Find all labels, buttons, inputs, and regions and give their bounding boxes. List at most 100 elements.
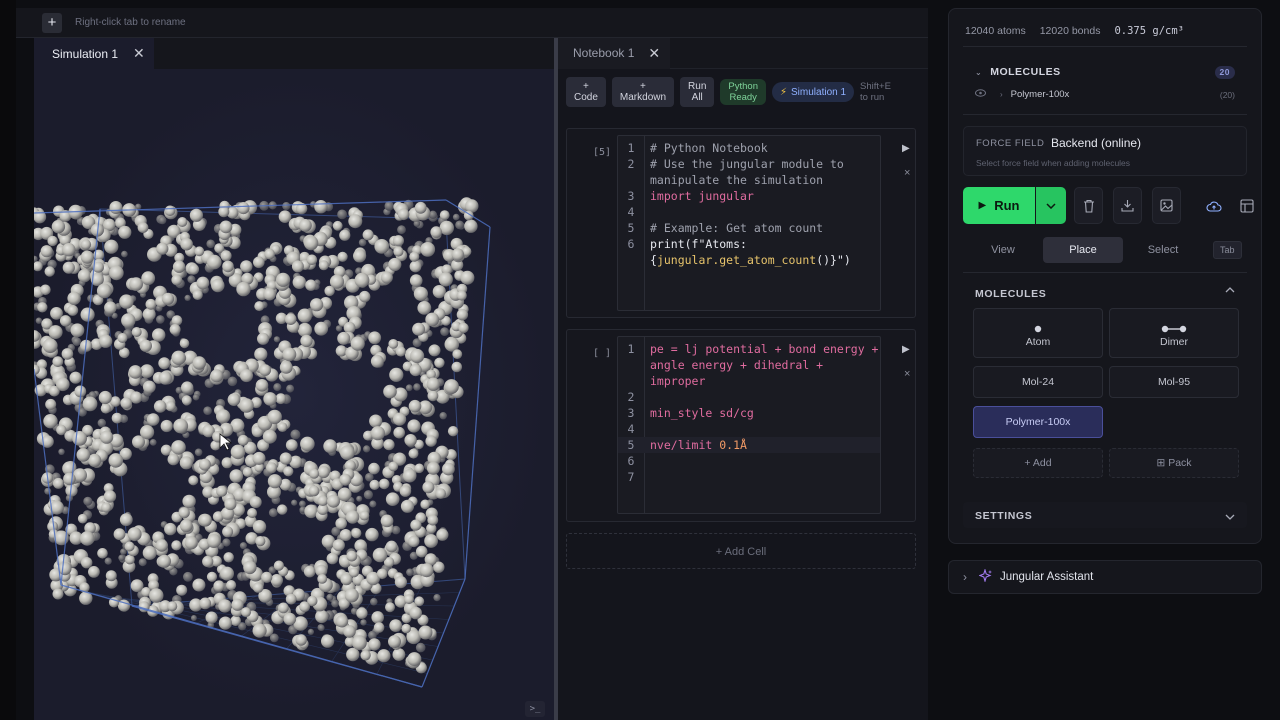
code-line[interactable]: 4 [618, 421, 880, 437]
atom [240, 369, 253, 383]
code-line[interactable]: 1 pe = lj potential + bond energy + angle… [618, 341, 880, 389]
atom [70, 323, 85, 338]
molecule-card-mol-95[interactable]: Mol-95 [1109, 366, 1239, 398]
code-line[interactable]: 5 nve/limit 0.1Å [618, 437, 880, 453]
atom [206, 534, 221, 548]
add-code-button[interactable]: + Code [566, 77, 606, 107]
atom [388, 257, 402, 272]
code-line[interactable]: 6 [618, 453, 880, 469]
atom [337, 251, 348, 262]
atom [392, 235, 404, 247]
run-options-dropdown[interactable] [1036, 187, 1066, 224]
run-cell-icon[interactable]: ▶ [902, 344, 910, 355]
new-tab-button[interactable]: + [42, 12, 62, 33]
divider [963, 114, 1247, 115]
atom [384, 201, 394, 211]
molecule-card-polymer-100x[interactable]: Polymer-100x [973, 406, 1103, 438]
terminal-icon[interactable]: >_ [525, 701, 545, 717]
top-tab-bar: + Right-click tab to rename [16, 8, 928, 38]
delete-cell-icon[interactable]: × [904, 368, 910, 380]
atom [72, 337, 82, 346]
atom [363, 490, 373, 500]
code-line[interactable]: 4 [618, 204, 880, 220]
code-line[interactable]: 2 [618, 389, 880, 405]
delete-cell-icon[interactable]: × [904, 167, 910, 179]
code-editor[interactable]: 1 # Python Notebook 2 # Use the jungular mo… [617, 135, 881, 311]
tab-simulation-1[interactable]: Simulation 1 ✕ [34, 38, 154, 69]
add-cell-button[interactable]: + Add Cell [566, 533, 916, 569]
atom [420, 499, 431, 510]
molecule-count-badge: 20 [1214, 66, 1235, 79]
atom [273, 336, 280, 343]
download-button[interactable] [1113, 187, 1142, 224]
atom [243, 560, 257, 575]
force-field-selector[interactable]: FORCE FIELD Backend (online) Select forc… [963, 126, 1247, 176]
code-line[interactable]: 3 min_style sd/cg [618, 405, 880, 421]
run-cell-icon[interactable]: ▶ [902, 143, 910, 154]
atom [451, 248, 465, 261]
run-all-button[interactable]: Run All [680, 77, 715, 107]
atom [270, 574, 283, 587]
layout-button[interactable] [1232, 187, 1261, 224]
close-icon[interactable]: ✕ [133, 45, 145, 62]
pack-molecules-button[interactable]: ⊞ Pack [1109, 448, 1239, 478]
assistant-panel-toggle[interactable]: › Jungular Assistant [948, 560, 1262, 594]
atom [169, 324, 181, 335]
molecule-card-mol-24[interactable]: Mol-24 [973, 366, 1103, 398]
atom [352, 635, 367, 651]
line-number: 5 [627, 221, 635, 235]
atom [309, 468, 320, 479]
run-button[interactable]: ▶ Run [963, 187, 1035, 224]
code-line[interactable]: 1 # Python Notebook [618, 140, 880, 156]
molecule-scene[interactable] [34, 69, 554, 720]
add-molecule-button[interactable]: + Add [973, 448, 1103, 478]
force-field-value[interactable]: Backend (online) [1051, 136, 1141, 150]
code-cell[interactable]: [5] 1 # Python Notebook 2 # Use the jungula… [566, 128, 916, 318]
atom [373, 622, 385, 633]
atom [77, 513, 88, 524]
atom [109, 265, 124, 281]
atom [194, 246, 205, 257]
code-line[interactable]: 7 [618, 469, 880, 485]
cloud-upload-button[interactable] [1199, 187, 1228, 224]
atom [385, 540, 398, 553]
eye-icon[interactable] [975, 89, 986, 100]
mode-place[interactable]: Place [1043, 237, 1123, 263]
atom [264, 248, 275, 260]
code-line[interactable]: 3 import jungular [618, 188, 880, 204]
code-cell[interactable]: [ ] 1 pe = lj potential + bond energy + a… [566, 329, 916, 522]
atom [393, 412, 407, 426]
simulation-viewport[interactable] [34, 69, 554, 720]
rename-hint: Right-click tab to rename [75, 17, 186, 28]
mode-view[interactable]: View [963, 237, 1043, 263]
chevron-up-icon[interactable] [1225, 284, 1235, 296]
molecule-card-atom[interactable]: Atom [973, 308, 1103, 358]
tab-notebook-1[interactable]: Notebook 1 ✕ [558, 37, 670, 69]
screenshot-button[interactable] [1152, 187, 1181, 224]
code-editor[interactable]: 1 pe = lj potential + bond energy + angle… [617, 336, 881, 514]
mode-select[interactable]: Select [1123, 237, 1203, 263]
atom [297, 308, 312, 323]
molecule-tree-item[interactable]: › Polymer-100x (20) [975, 89, 1235, 100]
atom [348, 214, 363, 229]
delete-button[interactable] [1074, 187, 1103, 224]
atom [153, 400, 167, 413]
molecule-card-dimer[interactable]: Dimer [1109, 308, 1239, 358]
close-icon[interactable]: ✕ [648, 45, 660, 62]
cloud-icon [1205, 201, 1221, 212]
atom [109, 201, 123, 214]
atom [408, 399, 422, 413]
atom [332, 220, 343, 231]
settings-section-header[interactable]: SETTINGS [963, 502, 1247, 528]
atom [262, 429, 277, 444]
atom [376, 568, 388, 580]
linked-simulation-badge[interactable]: ⚡ Simulation 1 [771, 82, 855, 102]
code-line[interactable]: 5 # Example: Get atom count [618, 220, 880, 236]
atom [184, 294, 191, 301]
atom-count: 12040 atoms [965, 25, 1026, 37]
code-line[interactable]: 2 # Use the jungular module to manipulate… [618, 156, 880, 188]
add-markdown-button[interactable]: + Markdown [611, 77, 675, 107]
molecules-tree-header[interactable]: ⌄ MOLECULES 20 [975, 66, 1235, 79]
code-line[interactable]: 6 print(f"Atoms: {jungular.get_atom_count… [618, 236, 880, 268]
atom [63, 472, 76, 486]
